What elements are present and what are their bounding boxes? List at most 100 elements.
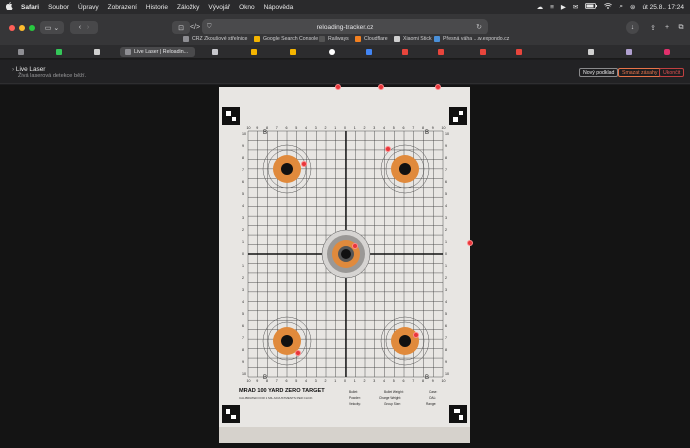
grid-number-label: 2 — [242, 228, 244, 232]
menubar-datetime[interactable]: út 25.8.. 17:24 — [642, 4, 684, 11]
grid-number-label: 7 — [412, 126, 414, 130]
tab[interactable] — [618, 47, 640, 57]
menu-help[interactable]: Nápověda — [264, 4, 294, 11]
grid-number-label: 5 — [295, 126, 297, 130]
bookmark-item[interactable]: Přesná váha ...w.expondo.cz — [434, 36, 509, 42]
tab[interactable] — [86, 47, 108, 57]
status-mail-icon[interactable]: ✉ — [573, 3, 578, 11]
grid-number-label: 2 — [325, 379, 327, 383]
laser-hit-marker[interactable] — [413, 332, 419, 338]
grid-number-label: 7 — [412, 379, 414, 383]
laser-hit-marker[interactable] — [295, 350, 301, 356]
grid-number-label: 8 — [422, 126, 424, 130]
status-control-center-icon[interactable]: ⊜ — [630, 3, 635, 11]
tab[interactable] — [243, 47, 265, 57]
target-image[interactable]: 1010998877665544332211001122334455667788… — [219, 87, 470, 443]
menu-view[interactable]: Zobrazení — [108, 4, 137, 11]
sidebar-toggle-button[interactable]: ▭ ⌄ — [40, 21, 64, 34]
grid-number-label: 10 — [442, 126, 446, 130]
laser-hit-marker[interactable] — [467, 240, 473, 246]
bookmark-item[interactable]: Google Search Console — [254, 36, 318, 42]
bookmark-item[interactable]: Xiaomi Stick — [394, 36, 432, 42]
field-oal: OAL: — [429, 396, 436, 400]
laser-hit-marker[interactable] — [301, 161, 307, 167]
field-group-size: Group Size: — [384, 402, 401, 406]
tab[interactable] — [48, 47, 70, 57]
code-icon: </> — [189, 24, 201, 31]
download-icon: ↓ — [630, 24, 635, 31]
grid-number-label: 10 — [445, 132, 449, 136]
close-window-button[interactable] — [9, 25, 15, 31]
status-stack-icon[interactable]: ≡ — [550, 4, 554, 11]
grid-number-label: 9 — [445, 144, 447, 148]
grid-number-label: 7 — [276, 379, 278, 383]
tab[interactable] — [430, 47, 452, 57]
grid-number-label: 7 — [242, 336, 244, 340]
bookmark-label: Railways — [328, 36, 349, 42]
menu-developer[interactable]: Vývojář — [208, 4, 230, 11]
address-bar[interactable]: ⛉ reloading-tracker.cz ↻ — [202, 19, 488, 35]
menu-edit[interactable]: Úpravy — [78, 4, 99, 11]
bookmark-item[interactable]: CRZ Zkoušové střelnice — [183, 36, 247, 42]
new-background-button[interactable]: Nový podklad — [579, 68, 619, 77]
grid-number-label: 8 — [242, 348, 244, 352]
bookmark-item[interactable]: Cloudflare — [355, 36, 388, 42]
grid-number-label: 7 — [276, 126, 278, 130]
grid-number-label: 10 — [442, 379, 446, 383]
field-bullet: Bullet: — [349, 390, 358, 394]
laser-hit-marker[interactable] — [378, 84, 384, 90]
status-search-icon[interactable]: ⌕ — [619, 3, 623, 11]
grid-number-label: 1 — [354, 126, 356, 130]
back-icon[interactable]: ‹ — [79, 24, 81, 31]
menu-bookmarks[interactable]: Záložky — [177, 4, 199, 11]
minimize-window-button[interactable] — [19, 25, 25, 31]
laser-hit-marker[interactable] — [435, 84, 441, 90]
grid-number-label: 10 — [445, 372, 449, 376]
tab[interactable] — [656, 47, 678, 57]
tab[interactable] — [10, 47, 32, 57]
tab[interactable] — [580, 47, 602, 57]
tab[interactable] — [358, 47, 380, 57]
downloads-button[interactable]: ↓ — [626, 21, 639, 34]
tab-active[interactable]: Live Laser | Reloadin... — [120, 47, 195, 57]
menu-file[interactable]: Soubor — [48, 4, 69, 11]
tab[interactable] — [204, 47, 226, 57]
grid-number-label: 10 — [247, 126, 251, 130]
tab-favicon-icon — [626, 49, 632, 55]
privacy-shield-icon[interactable]: ⛉ — [207, 24, 212, 31]
status-cloud-icon[interactable]: ☁ — [537, 3, 544, 11]
plus-icon: + — [664, 24, 670, 31]
grid-number-label: 0 — [445, 252, 447, 256]
grid-number-label: 5 — [445, 192, 447, 196]
forward-icon[interactable]: › — [87, 24, 89, 31]
bookmark-label: Přesná váha ...w.expondo.cz — [443, 36, 510, 42]
chevron-right-icon: › — [12, 66, 15, 73]
laser-hit-marker[interactable] — [335, 84, 341, 90]
menu-history[interactable]: Historie — [146, 4, 168, 11]
bookmark-label: Cloudflare — [364, 36, 388, 42]
status-wifi-icon[interactable] — [604, 3, 613, 11]
tab[interactable] — [282, 47, 304, 57]
target-subtitle: CALIBRATED FOR 1 MIL ADJUSTMENTS PER CLI… — [239, 396, 313, 400]
tab-favicon-icon — [402, 49, 408, 55]
status-battery-icon[interactable] — [585, 3, 598, 11]
tab[interactable] — [508, 47, 530, 57]
laser-hit-marker[interactable] — [352, 243, 358, 249]
menu-window[interactable]: Okno — [239, 4, 255, 11]
apple-icon[interactable] — [5, 2, 13, 12]
end-button[interactable]: Ukončit — [659, 68, 685, 77]
bookmark-item[interactable]: Railways — [319, 36, 349, 42]
tab[interactable] — [472, 47, 494, 57]
laser-hit-marker[interactable] — [385, 146, 391, 152]
zoom-window-button[interactable] — [29, 25, 35, 31]
grid-number-label: 5 — [242, 192, 244, 196]
tab[interactable] — [394, 47, 416, 57]
reload-icon[interactable]: ↻ — [476, 23, 482, 31]
menu-app-name[interactable]: Safari — [21, 4, 39, 11]
tab[interactable] — [321, 47, 343, 57]
clear-hits-button[interactable]: Smazat zásahy — [618, 68, 662, 77]
status-play-icon[interactable]: ▶ — [561, 3, 566, 11]
grid-number-label: 1 — [445, 240, 447, 244]
grid-number-label: 3 — [242, 216, 244, 220]
tab-overview-button[interactable]: ⧉ — [672, 21, 690, 34]
